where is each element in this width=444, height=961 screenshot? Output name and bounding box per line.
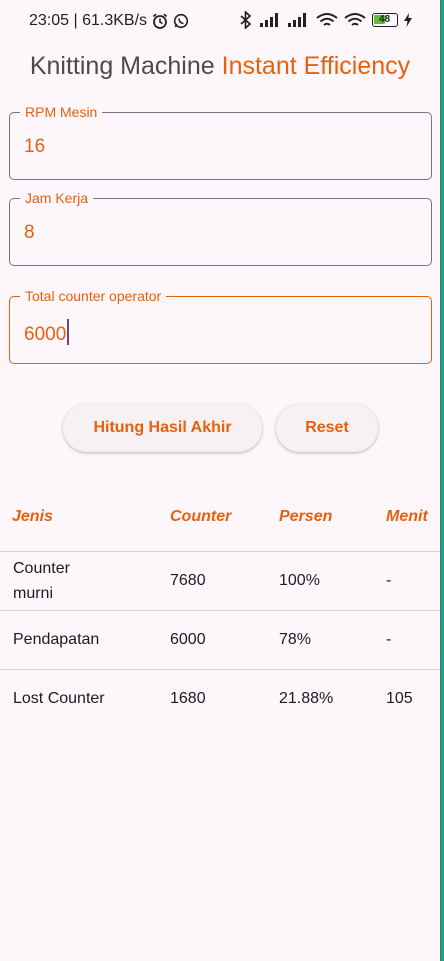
jam-kerja-field-value[interactable]: 8 [24, 221, 35, 245]
total-counter-field-label: Total counter operator [20, 287, 167, 305]
row-divider [0, 551, 440, 552]
bluetooth-icon [240, 11, 252, 29]
cell-jenis: Lost Counter [13, 690, 105, 707]
title-part1: Knitting Machine [29, 52, 215, 80]
cell-menit: - [386, 572, 392, 589]
jam-kerja-field[interactable]: Jam Kerja 8 [9, 189, 432, 266]
header-persen: Persen [279, 508, 333, 525]
status-right: 48 [238, 11, 412, 29]
cell-persen: 21.88% [279, 690, 334, 707]
header-counter: Counter [170, 508, 232, 525]
title-part2: Instant Efficiency [221, 52, 411, 80]
cell-jenis-line2: murni [13, 585, 54, 602]
cell-counter: 6000 [170, 631, 206, 648]
cell-counter: 1680 [170, 690, 206, 707]
header-menit: Menit [386, 508, 428, 525]
alarm-icon [152, 13, 168, 29]
rpm-field[interactable]: RPM Mesin 16 [9, 103, 432, 180]
total-counter-field-value-wrap[interactable]: 6000 [24, 319, 70, 347]
total-counter-field-value[interactable]: 6000 [24, 324, 66, 345]
row-divider [0, 610, 440, 611]
wifi-1-icon [316, 13, 338, 26]
cell-counter: 7680 [170, 572, 206, 589]
jam-kerja-field-label: Jam Kerja [20, 189, 94, 207]
cell-menit: - [386, 631, 392, 648]
header-jenis: Jenis [12, 508, 53, 525]
cell-persen: 78% [279, 631, 312, 648]
reset-button[interactable]: Reset [276, 404, 378, 452]
signal-1-icon [260, 13, 278, 27]
whatsapp-icon [173, 13, 189, 29]
page-title: Knitting Machine Instant Efficiency [0, 52, 440, 81]
battery-level: 48 [378, 14, 391, 25]
battery-icon: 48 [372, 13, 398, 27]
charging-icon [404, 13, 412, 27]
text-caret [67, 319, 70, 345]
cell-jenis-line1: Counter [13, 560, 70, 577]
cell-menit: 105 [386, 690, 413, 707]
status-bar: 23:05 | 61.3KB/s 48 [0, 0, 440, 42]
cell-jenis: Pendapatan [13, 631, 100, 648]
status-time-speed: 23:05 | 61.3KB/s [29, 12, 148, 29]
total-counter-field[interactable]: Total counter operator 6000 [9, 287, 432, 364]
rpm-field-label: RPM Mesin [20, 103, 103, 121]
cell-persen: 100% [279, 572, 320, 589]
row-divider [0, 669, 440, 670]
wifi-2-icon [344, 13, 366, 26]
status-left: 23:05 | 61.3KB/s [29, 12, 189, 30]
signal-2-icon [288, 13, 306, 27]
hitung-button[interactable]: Hitung Hasil Akhir [63, 404, 262, 452]
rpm-field-value[interactable]: 16 [24, 135, 45, 159]
